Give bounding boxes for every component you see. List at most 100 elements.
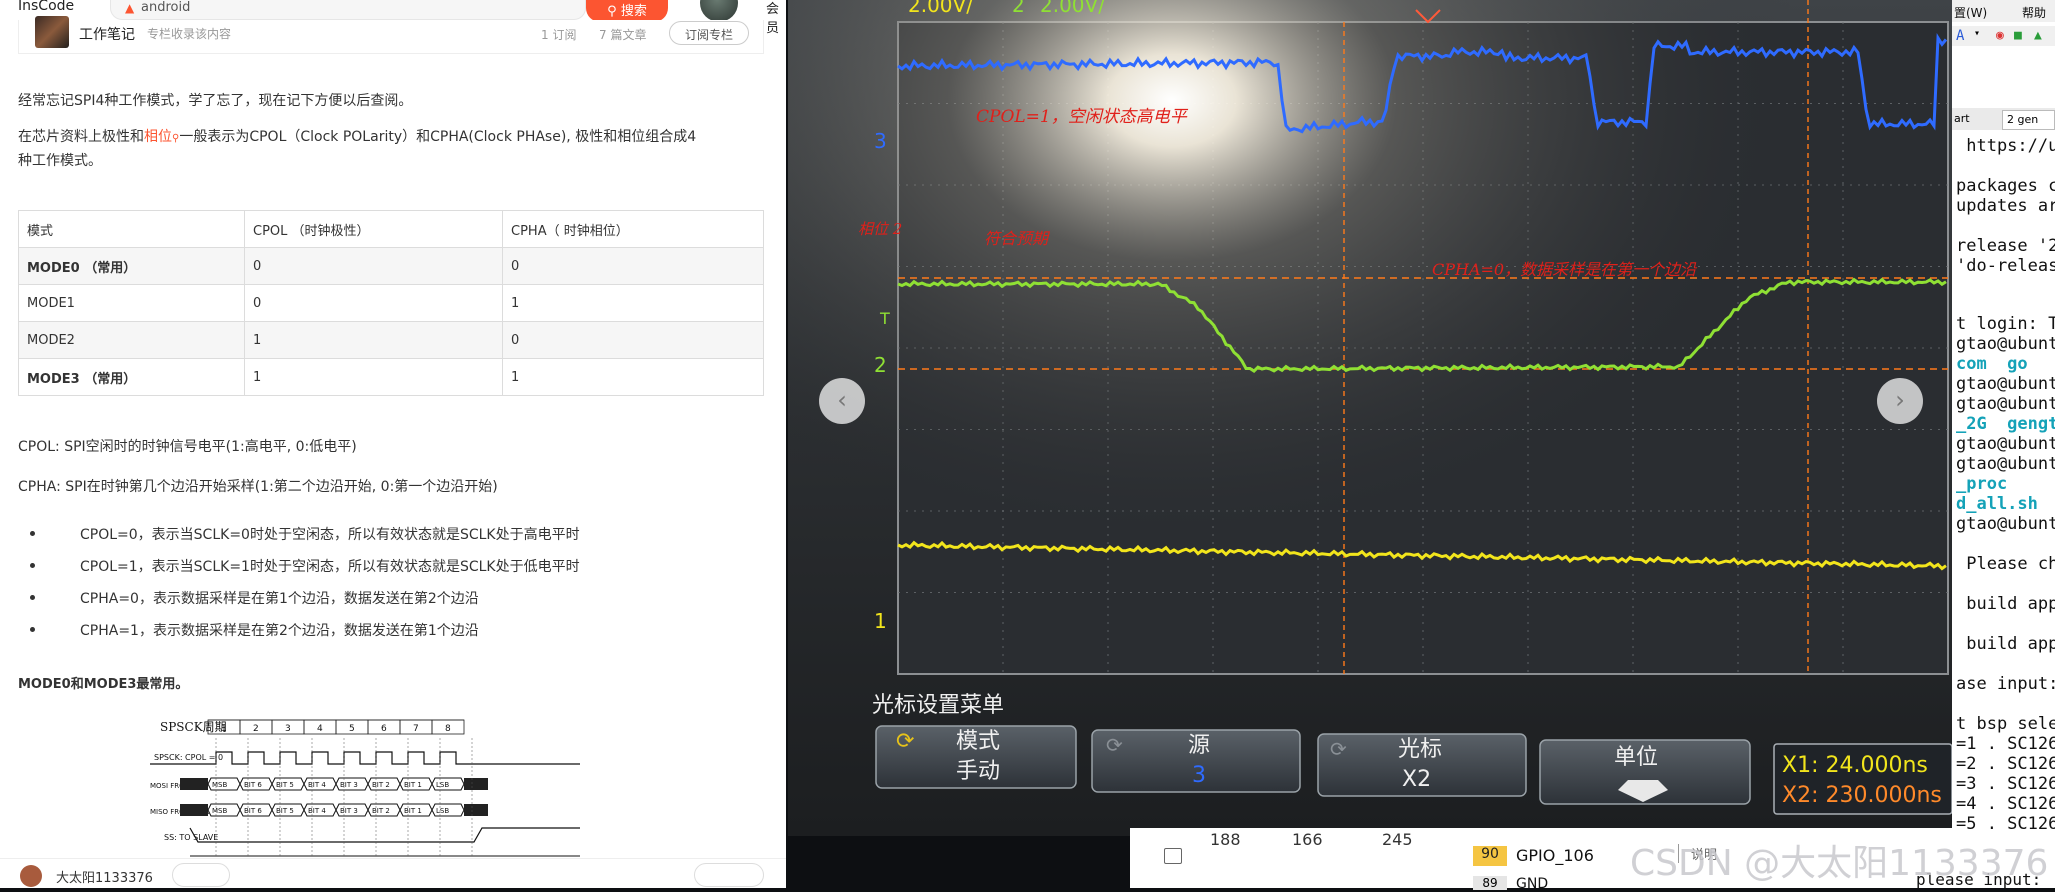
softkey-cursor[interactable]: ⟳ 光标 X2 (1317, 733, 1527, 797)
list-item: CPHA=0，表示数据采样是在第1个边沿，数据发送在第2个边沿 (18, 588, 580, 620)
table-cell: 1 (244, 321, 503, 359)
table-cell: MODE1 (18, 284, 245, 322)
miso-bit-label: BIT 3 (340, 807, 358, 815)
softkey-units[interactable]: 单位 (1539, 739, 1751, 805)
terminal-tabbar: art 2 gen (1952, 108, 2055, 130)
timing-title: SPSCK周期 (160, 720, 227, 734)
author-name[interactable]: 大太阳1133376 (56, 867, 153, 886)
record-icon[interactable]: ◉ (1996, 28, 2004, 43)
softkey-cursor-label: 光标 (1398, 737, 1442, 762)
mosi-bit-label: LSB (436, 781, 449, 789)
subscribe-column-button[interactable]: 订阅专栏 (669, 21, 749, 45)
author-avatar[interactable] (20, 865, 42, 887)
table-row: MODE0 （常用） 0 0 (18, 247, 764, 285)
cycle-number: 2 (253, 724, 259, 734)
softkey-source[interactable]: ⟳ 源 3 (1091, 729, 1301, 793)
search-input[interactable]: ▲ android (110, 0, 586, 20)
polarity-paragraph: 在芯片资料上极性和相位⚲一般表示为CPOL（Clock POLarity）和CP… (18, 126, 768, 172)
next-image-button[interactable]: › (1877, 378, 1923, 424)
miso-bit-label: BIT 1 (404, 807, 422, 815)
expand-icon[interactable] (1164, 848, 1182, 864)
menu-item[interactable]: 帮助 (2022, 4, 2046, 21)
cycle-number: 8 (445, 724, 451, 734)
table-header: CPHA（ 时钟相位） (502, 210, 764, 248)
phase-link[interactable]: 相位 (144, 129, 172, 145)
cycle-number: 1 (221, 724, 227, 734)
ss-row-label: SS: TO SLAVE (164, 833, 218, 842)
table-row: MODE3 （常用） 1 1 (18, 358, 764, 396)
softkey-source-value: 3 (1192, 763, 1206, 788)
ch2-marker: 2 (874, 353, 887, 377)
terminal-line: release '2 (1956, 236, 2055, 256)
terminal-line: gtao@ubuntu (1956, 454, 2055, 474)
terminal-line: ase input: (1956, 674, 2055, 694)
search-icon: ⚲ (607, 4, 617, 19)
mosi-hatch-end (464, 778, 488, 790)
mode-table: 模式 CPOL （时钟极性） CPHA（ 时钟相位） MODE0 （常用） 0 … (18, 210, 764, 396)
intro-paragraph: 经常忘记SPI4种工作模式，学了忘了，现在记下方便以后查阅。 (18, 93, 413, 109)
follow-button[interactable] (172, 863, 230, 887)
cycle-number: 5 (349, 724, 355, 734)
terminal-line: 'do-releas (1956, 256, 2055, 276)
terminal-line: _2G gengt (1956, 414, 2055, 434)
mosi-bit-label: MSB (212, 781, 227, 789)
mosi-bit-label: BIT 4 (308, 781, 326, 789)
search-value: android (141, 0, 191, 15)
mosi-bit-label: BIT 5 (276, 781, 294, 789)
table-cell: 0 (244, 284, 503, 322)
terminal-line: =5 . SC126 (1956, 814, 2055, 834)
table-row: MODE2 1 0 (18, 321, 764, 359)
column-title[interactable]: 工作笔记 (79, 24, 135, 44)
terminal-line: gtao@ubuntu (1956, 334, 2055, 354)
transfer-icon[interactable]: ▲ (2034, 28, 2042, 43)
cycle-number: 7 (413, 724, 419, 734)
cpha-description: CPHA: SPI在时钟第几个边沿开始采样(1:第二个边沿开始, 0:第一个边沿… (18, 479, 498, 495)
terminal-menubar: 置(W) 帮助 (1952, 0, 2055, 22)
table-cell: 1 (502, 284, 764, 322)
reward-button[interactable] (694, 863, 764, 887)
pin-number: 166 (1292, 830, 1323, 849)
search-button[interactable]: ⚲ 搜索 (586, 0, 668, 22)
terminal-line: Please ch (1956, 554, 2055, 574)
cursor-x1-readout: X1: 24.000ns (1782, 753, 1928, 778)
table-cell: MODE0 （常用） (18, 247, 245, 285)
script-icon[interactable]: ■ (2014, 28, 2022, 43)
user-avatar[interactable] (700, 0, 738, 22)
terminal-line: _proc (1956, 474, 2008, 494)
menu-item[interactable]: 置(W) (1954, 4, 1987, 21)
mode-bullet-list: CPOL=0，表示当SCLK=0时处于空闲态，所以有效状态就是SCLK处于高电平… (18, 524, 580, 652)
ch3-marker: 3 (874, 129, 887, 153)
column-thumbnail[interactable] (35, 16, 69, 48)
pin-label: GPIO_106 (1516, 846, 1594, 865)
table-row: MODE1 0 1 (18, 284, 764, 322)
list-item: CPHA=1，表示数据采样是在第2个边沿，数据发送在第1个边沿 (18, 620, 580, 652)
terminal-tab[interactable]: art (1954, 112, 1970, 125)
terminal-line: gtao@ubuntu (1956, 514, 2055, 534)
cycle-number: 3 (285, 724, 291, 734)
table-header: 模式 (18, 210, 245, 248)
rotate-knob-icon: ⟳ (896, 729, 914, 754)
softkey-mode[interactable]: ⟳ 模式 手动 (875, 725, 1077, 789)
chevron-right-icon: › (1895, 386, 1905, 414)
chevron-down-icon[interactable]: ▾ (1974, 28, 1980, 39)
miso-bit-label: BIT 5 (276, 807, 294, 815)
pin-index-badge: 90 (1473, 846, 1507, 866)
terminal-line: packages c (1956, 176, 2055, 196)
column-desc: 专栏收录该内容 (147, 27, 232, 41)
oscilloscope-photo: 2.00V/ 2 2.00V/ 3 T 2 1 CPOL=1，空闲状态高电平 相… (788, 0, 1952, 836)
font-icon[interactable]: A (1956, 28, 1964, 44)
terminal-line: =3 . SC126 (1956, 774, 2055, 794)
cursor-readout: X1: 24.000ns X2: 230.000ns (1773, 743, 1952, 815)
table-cell: MODE3 （常用） (18, 358, 245, 396)
member-link[interactable]: 会员 (766, 0, 786, 36)
site-logo[interactable]: InsCode (18, 0, 74, 14)
table-header-row: 模式 CPOL （时钟极性） CPHA（ 时钟相位） (18, 210, 764, 248)
annotation-expected: 符合预期 (984, 229, 1050, 248)
terminal-tab-active[interactable]: 2 gen (2002, 110, 2055, 130)
ss-waveform (189, 827, 580, 843)
softkey-source-label: 源 (1188, 733, 1210, 758)
mode-note: MODE0和MODE3最常用。 (18, 677, 189, 692)
trigger-level-marker: T (879, 309, 890, 328)
previous-image-button[interactable]: ‹ (819, 378, 865, 424)
softkey-cursor-value: X2 (1402, 767, 1431, 792)
